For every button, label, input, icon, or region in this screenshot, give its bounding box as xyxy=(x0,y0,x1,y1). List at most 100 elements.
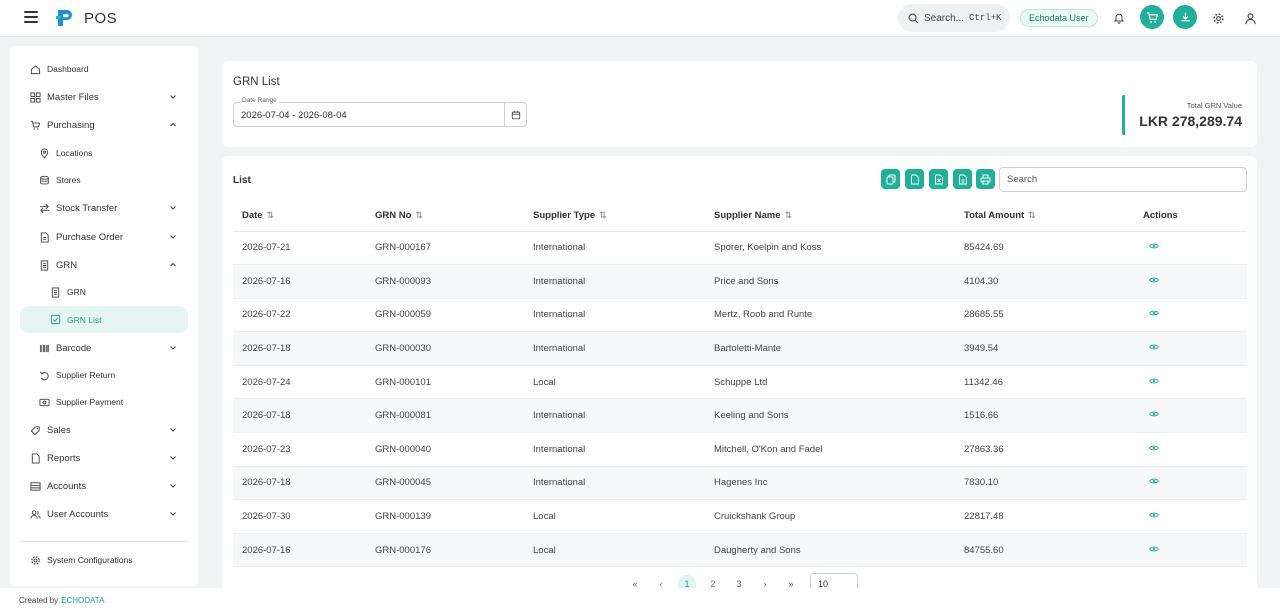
sidebar-item-system-configurations[interactable]: System Configurations xyxy=(20,549,188,571)
sidebar-item-label: Stores xyxy=(56,175,81,185)
table-body: 2026-07-21 GRN-000167 International Sporer,… xyxy=(233,231,1247,568)
sidebar-item-label: Purchase Order xyxy=(56,231,124,243)
footer-brand-link[interactable]: ECHODATA xyxy=(61,596,104,605)
footer-text: Created by xyxy=(19,595,59,605)
sidebar-item-stores[interactable]: Stores xyxy=(20,169,188,191)
report-icon xyxy=(29,452,41,464)
checklist-icon xyxy=(49,314,61,326)
column-header-total-amount[interactable]: Total Amount ⇅ xyxy=(964,200,1143,232)
payment-icon xyxy=(38,396,50,408)
pdf-export-button[interactable] xyxy=(953,169,972,189)
sidebar-item-grn[interactable]: GRN xyxy=(20,254,188,276)
sidebar-item-master-files[interactable]: Master Files xyxy=(20,86,188,108)
sidebar-item-supplier-payment[interactable]: Supplier Payment xyxy=(20,391,188,413)
grn-list-card: List Date⇅ GRN No⇅ Supplier Type⇅ Suppli… xyxy=(222,156,1257,596)
column-header-grn-no[interactable]: GRN No ⇅ xyxy=(375,200,533,232)
cell-supplier-name: Hagenes Inc xyxy=(714,466,964,501)
grn-table: Date ⇅ GRN No ⇅ Supplier Type ⇅ Supplier Na… xyxy=(233,200,1247,568)
sidebar-item-purchase-order[interactable]: Purchase Order xyxy=(20,226,188,248)
document-icon xyxy=(38,231,50,243)
sidebar-item-accounts[interactable]: Accounts xyxy=(20,475,188,497)
sidebar-item-sales[interactable]: Sales xyxy=(20,419,188,441)
transfer-icon xyxy=(38,202,50,214)
column-header-label: Actions xyxy=(1143,209,1178,221)
gear-icon[interactable] xyxy=(1208,8,1228,28)
sidebar: Dashboard Master Files Purchasing Locati… xyxy=(10,46,198,586)
cell-grn-no: GRN-000139 xyxy=(375,499,533,534)
table-row: 2026-07-18 GRN-000030 International Bartole… xyxy=(233,331,1247,366)
view-eye-icon[interactable] xyxy=(1149,511,1159,519)
sort-icon[interactable]: ⇅ xyxy=(1028,210,1036,220)
view-eye-icon[interactable] xyxy=(1149,377,1159,385)
global-search-button[interactable]: Search... Ctrl+K xyxy=(898,4,1010,32)
table-row: 2026-07-22 GRN-000059 International Mertz, … xyxy=(233,298,1247,333)
view-eye-icon[interactable] xyxy=(1149,410,1159,418)
sidebar-item-label: System Configurations xyxy=(47,555,133,565)
bell-icon[interactable] xyxy=(1109,8,1129,28)
sort-icon[interactable]: ⇅ xyxy=(415,210,423,220)
sidebar-item-grn-list[interactable]: GRN List xyxy=(20,306,188,333)
excel-export-button[interactable] xyxy=(929,169,948,189)
sidebar-item-dashboard[interactable]: Dashboard xyxy=(20,58,188,80)
view-eye-icon[interactable] xyxy=(1149,242,1159,250)
copy-icon xyxy=(886,174,895,184)
date-range-field[interactable]: Date Range 2026-07-04 - 2026-08-04 xyxy=(233,97,527,127)
sidebar-item-supplier-return[interactable]: Supplier Return xyxy=(20,364,188,386)
column-header-date[interactable]: Date ⇅ xyxy=(233,200,375,232)
sort-icon[interactable]: ⇅ xyxy=(599,210,607,220)
sidebar-item-user-accounts[interactable]: User Accounts xyxy=(20,503,188,525)
cell-supplier-type: Local xyxy=(533,533,714,568)
cell-actions xyxy=(1143,432,1247,467)
sidebar-item-stock-transfer[interactable]: Stock Transfer xyxy=(20,197,188,219)
search-shortcut: Ctrl+K xyxy=(969,13,1002,23)
cell-total-amount: 27863.36 xyxy=(964,432,1143,467)
column-header-supplier-type[interactable]: Supplier Type ⇅ xyxy=(533,200,714,232)
cell-supplier-type: International xyxy=(533,264,714,299)
chevron-down-icon xyxy=(170,484,176,488)
view-eye-icon[interactable] xyxy=(1149,276,1159,284)
print-button[interactable] xyxy=(976,169,995,189)
app-logo[interactable]: POS xyxy=(54,7,117,29)
user-icon[interactable] xyxy=(1240,8,1260,28)
sidebar-item-label: Sales xyxy=(47,424,71,436)
cell-total-amount: 85424.69 xyxy=(964,231,1143,266)
chevron-up-icon xyxy=(170,122,176,127)
view-eye-icon[interactable] xyxy=(1149,545,1159,553)
column-header-actions: Actions xyxy=(1143,200,1247,232)
chevron-down-icon xyxy=(170,235,176,239)
grid-icon xyxy=(29,91,41,103)
download-button[interactable] xyxy=(1173,5,1197,29)
chevron-down-icon xyxy=(170,346,176,350)
cell-date: 2026-07-23 xyxy=(233,432,375,467)
cell-grn-no: GRN-000059 xyxy=(375,298,533,333)
home-icon xyxy=(29,63,41,75)
sidebar-item-locations[interactable]: Locations xyxy=(20,142,188,164)
sidebar-item-barcode[interactable]: Barcode xyxy=(20,337,188,359)
gear-icon xyxy=(29,554,41,566)
cart-button[interactable] xyxy=(1140,5,1164,29)
menu-toggle-icon[interactable] xyxy=(24,11,38,23)
sidebar-item-reports[interactable]: Reports xyxy=(20,447,188,469)
search-input[interactable] xyxy=(999,167,1247,192)
user-badge[interactable]: Echodata User xyxy=(1020,9,1098,27)
csv-export-button[interactable] xyxy=(905,169,924,189)
view-eye-icon[interactable] xyxy=(1149,477,1159,485)
total-grn-value: LKR 278,289.74 xyxy=(1139,113,1242,129)
search-label: Search... xyxy=(924,12,965,24)
sidebar-item-grn-entry[interactable]: GRN xyxy=(20,281,188,303)
calendar-icon[interactable] xyxy=(504,103,526,126)
cell-date: 2026-07-21 xyxy=(233,231,375,266)
cell-supplier-type: International xyxy=(533,432,714,467)
sort-icon[interactable]: ⇅ xyxy=(785,210,793,220)
column-header-supplier-name[interactable]: Supplier Name ⇅ xyxy=(714,200,964,232)
view-eye-icon[interactable] xyxy=(1149,343,1159,351)
sidebar-item-purchasing[interactable]: Purchasing xyxy=(20,114,188,136)
view-eye-icon[interactable] xyxy=(1149,444,1159,452)
copy-button[interactable] xyxy=(881,169,900,189)
sort-icon[interactable]: ⇅ xyxy=(267,210,275,220)
chevron-down-icon xyxy=(170,512,176,516)
cell-supplier-type: International xyxy=(533,398,714,434)
view-eye-icon[interactable] xyxy=(1149,309,1159,317)
cart-icon xyxy=(29,119,41,131)
cell-grn-no: GRN-000045 xyxy=(375,466,533,501)
